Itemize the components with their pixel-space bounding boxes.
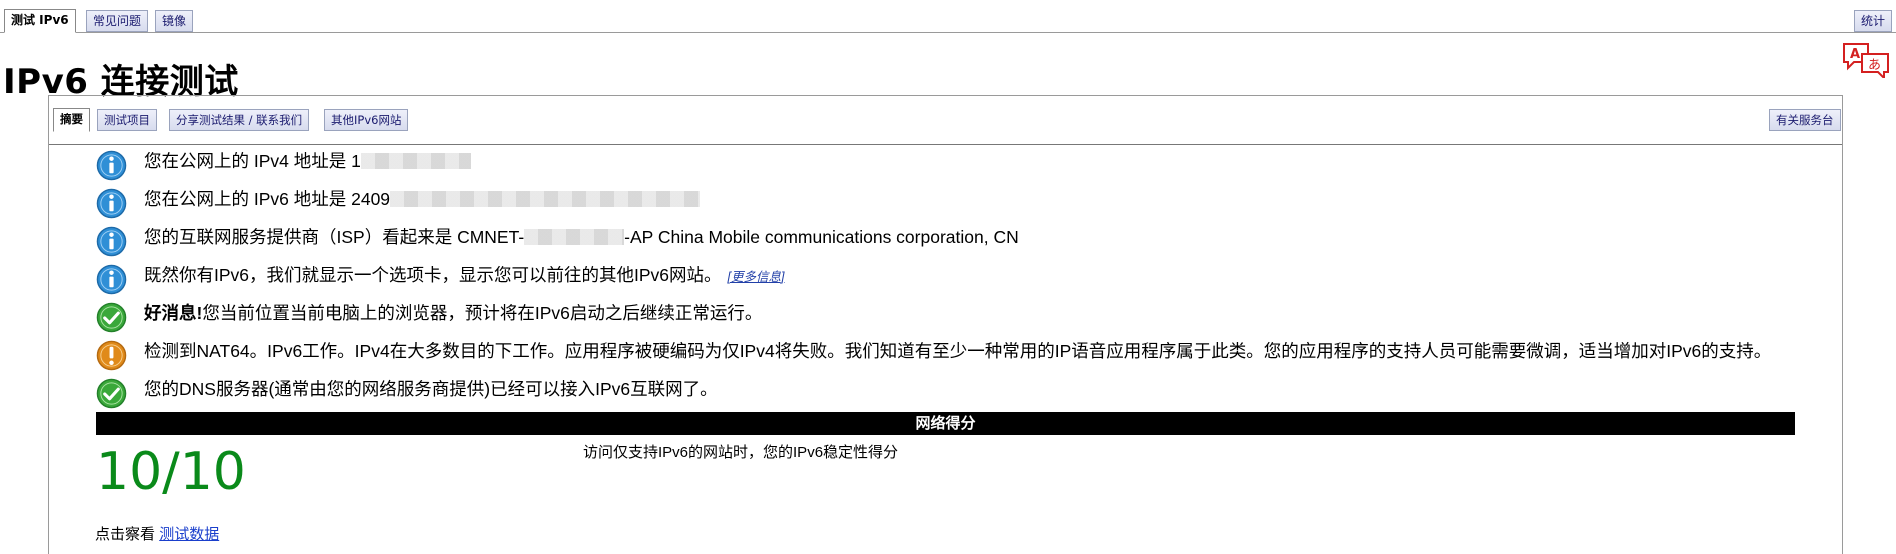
good-news-text: 您当前位置当前电脑上的浏览器，预计将在IPv6启动之后继续正常运行。 xyxy=(202,303,763,323)
svg-text:あ: あ xyxy=(1868,58,1881,73)
redacted-isp xyxy=(524,229,625,245)
isp-suffix-text: -AP China Mobile communications corporat… xyxy=(624,227,1019,247)
list-item: 检测到NAT64。IPv6工作。IPv4在大多数目的下工作。应用程序被硬编码为仅… xyxy=(96,336,1836,374)
list-item: 您的互联网服务提供商（ISP）看起来是 CMNET- -AP China Mobi… xyxy=(96,222,1836,260)
tab-faq[interactable]: 常见问题 xyxy=(86,10,149,32)
test-data-prefix: 点击察看 xyxy=(95,526,156,543)
nat64-text: 检测到NAT64。IPv6工作。IPv4在大多数目的下工作。应用程序被硬编码为仅… xyxy=(144,341,1772,361)
tab-mirror[interactable]: 镜像 xyxy=(155,10,194,32)
info-icon xyxy=(96,150,127,181)
score-header: 网络得分 xyxy=(96,412,1795,435)
ipv6-address-text: 您在公网上的 IPv6 地址是 2409 xyxy=(144,189,391,209)
redacted-ipv4 xyxy=(360,153,471,169)
ipv4-address-text: 您在公网上的 IPv4 地址是 1 xyxy=(144,151,361,171)
check-icon xyxy=(96,378,127,409)
warning-icon xyxy=(96,340,127,371)
good-news-label: 好消息! xyxy=(144,303,203,323)
ipv6-tab-notice: 既然你有IPv6，我们就显示一个选项卡，显示您可以前往的其他IPv6网站。 xyxy=(144,265,722,285)
list-item: 既然你有IPv6，我们就显示一个选项卡，显示您可以前往的其他IPv6网站。 [更多… xyxy=(96,260,1836,298)
tab-about-service[interactable]: 有关服务台 xyxy=(1769,109,1841,131)
tab-other-ipv6-sites[interactable]: 其他IPv6网站 xyxy=(324,109,409,131)
score-value: 10/10 xyxy=(96,442,246,502)
list-item: 您在公网上的 IPv4 地址是 1 xyxy=(96,146,1836,184)
info-icon xyxy=(96,226,127,257)
more-info-link[interactable]: [更多信息] xyxy=(728,270,785,284)
check-icon xyxy=(96,302,127,333)
list-item: 好消息!您当前位置当前电脑上的浏览器，预计将在IPv6启动之后继续正常运行。 xyxy=(96,298,1836,336)
inner-tab-bar: 摘要 测试项目 分享测试结果 / 联系我们 其他IPv6网站 有关服务台 xyxy=(49,96,1842,145)
tab-test-ipv6[interactable]: 测试 IPv6 xyxy=(4,9,76,33)
test-data-link[interactable]: 测试数据 xyxy=(159,526,219,543)
isp-text: 您的互联网服务提供商（ISP）看起来是 CMNET- xyxy=(144,227,525,247)
info-icon xyxy=(96,264,127,295)
tab-stats[interactable]: 统计 xyxy=(1854,10,1893,32)
tab-share-contact[interactable]: 分享测试结果 / 联系我们 xyxy=(169,109,310,131)
svg-text:A: A xyxy=(1850,47,1860,62)
test-data-line: 点击察看 测试数据 xyxy=(95,523,219,544)
list-item: 您在公网上的 IPv6 地址是 2409 xyxy=(96,184,1836,222)
score-description: 访问仅支持IPv6的网站时，您的IPv6稳定性得分 xyxy=(583,444,899,461)
list-item: 您的DNS服务器(通常由您的网络服务商提供)已经可以接入IPv6互联网了。 xyxy=(96,374,1836,412)
summary-list: 您在公网上的 IPv4 地址是 1 您在公网上的 IPv6 地址是 2409 您… xyxy=(96,146,1836,412)
tab-summary[interactable]: 摘要 xyxy=(53,108,90,132)
dns-text: 您的DNS服务器(通常由您的网络服务商提供)已经可以接入IPv6互联网了。 xyxy=(144,379,718,399)
top-tab-bar: 测试 IPv6 常见问题 镜像 统计 xyxy=(0,0,1896,33)
redacted-ipv6 xyxy=(390,191,701,207)
info-icon xyxy=(96,188,127,219)
translate-icon[interactable]: A あ xyxy=(1842,42,1890,78)
tab-tests[interactable]: 测试项目 xyxy=(97,109,157,131)
